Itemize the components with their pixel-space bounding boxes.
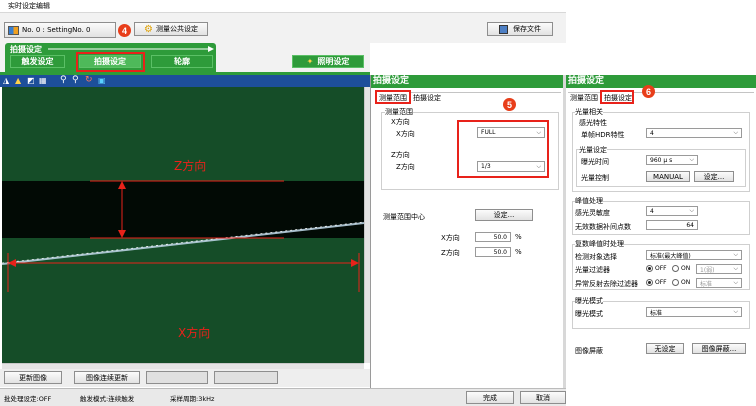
invalid-data-label: 无效数据补间点数	[575, 223, 631, 231]
image-viewer[interactable]: Z方向 X方向	[2, 87, 364, 363]
center-x-label: X方向	[441, 234, 460, 242]
image-mask-button[interactable]: 图像屏蔽...	[692, 343, 746, 354]
laser-profile-line	[2, 222, 364, 265]
exposure-group-label: 光量相关	[575, 107, 603, 117]
image-view-icon[interactable]: ▲	[15, 76, 21, 85]
disabled-button-2	[214, 371, 278, 384]
update-image-button[interactable]: 更新图像	[4, 371, 62, 384]
step-badge-6: 6	[642, 85, 655, 98]
center-x-unit: %	[515, 233, 522, 241]
exposure-time-label: 曝光时间	[581, 158, 609, 166]
exposure-mode-select[interactable]: 标准 ⌵	[646, 307, 742, 317]
viewer-overlay	[2, 180, 364, 292]
tab-capture-highlight	[76, 52, 145, 72]
x-direction-label: X方向	[396, 130, 415, 138]
step-badge-4: 4	[118, 24, 131, 37]
window-title: 实时设定编辑	[0, 0, 566, 13]
z-arrow-head-top	[118, 181, 126, 189]
zoom-in-icon[interactable]: ⚲	[60, 75, 67, 85]
batch-status: 批处理设定:OFF	[4, 395, 52, 403]
exposure-mode-group-label: 曝光模式	[575, 296, 603, 306]
gear-icon: ⚙	[144, 23, 153, 35]
sampling-status: 采样周期:3kHz	[170, 395, 215, 403]
tab-capture-setting-highlight	[600, 90, 634, 104]
exposure-time-select[interactable]: 960 μ s ⌵	[646, 155, 698, 165]
tab-group-label: 拍摄设定	[10, 45, 42, 54]
threshold-group-label: 峰值处理	[575, 196, 603, 206]
light-filter-select[interactable]: 1(弱) ⌵	[696, 264, 742, 274]
grayscale-icon[interactable]: ▦	[39, 76, 47, 85]
exposure-mode-label: 曝光模式	[575, 310, 603, 318]
center-z-input[interactable]: 50.0	[475, 247, 511, 257]
z-direction-label: Z方向	[174, 159, 207, 173]
save-file-button[interactable]: 保存文件	[487, 22, 553, 36]
peak-group-label: 复数峰值时处理	[575, 239, 624, 249]
trigger-mode-status: 触发模式:连续触发	[80, 395, 135, 403]
image-mask-status: 无设定	[646, 343, 684, 354]
light-control-mode[interactable]: MANUAL	[646, 171, 690, 182]
z-arrow-head-bottom	[118, 230, 126, 238]
center-z-label: Z方向	[441, 249, 460, 257]
reflection-filter-label: 异常反射去除过滤器	[575, 280, 638, 288]
range-center-set-button[interactable]: 设定...	[475, 209, 533, 221]
center-z-unit: %	[515, 248, 522, 256]
x-direction-label: X方向	[178, 326, 211, 340]
tab-lighting-settings[interactable]: ✦ 照明设定	[292, 55, 364, 68]
measure-common-settings-button[interactable]: ⚙ 测量公共设定	[134, 22, 208, 36]
setting-no-label: No. 0 : SettingNo. 0	[22, 26, 91, 34]
center-x-input[interactable]: 50.0	[475, 232, 511, 242]
setting-icon	[8, 25, 19, 35]
light-control-set-button[interactable]: 设定...	[694, 171, 734, 182]
sensitivity-group-label: 感光特性	[579, 119, 607, 127]
z-direction-label: Z方向	[396, 163, 415, 171]
peak-select-label: 检测对象选择	[575, 253, 617, 261]
range-selects-highlight	[457, 120, 549, 178]
save-icon	[499, 24, 508, 34]
setting-no-selector[interactable]: No. 0 : SettingNo. 0	[4, 22, 116, 38]
capture-settings-panel-range: 拍摄设定 测量范围 拍摄设定 5 测量范围 X方向 X方向 FULL ⌵ Z方向 …	[370, 75, 564, 388]
tab-measure-range-right[interactable]: 测量范围	[568, 92, 600, 104]
step-badge-5: 5	[503, 98, 516, 111]
light-filter-off-radio[interactable]: OFF	[646, 265, 667, 272]
disabled-button-1	[146, 371, 208, 384]
reflection-filter-on-radio[interactable]: ON	[672, 279, 690, 286]
continuous-update-button[interactable]: 图像连续更新	[74, 371, 140, 384]
panel-title: 拍摄设定	[371, 75, 564, 88]
x-arrow-head-left	[8, 259, 16, 267]
light-setting-group-label: 光量设定	[579, 145, 607, 155]
profile-view-icon[interactable]: ◮	[3, 76, 9, 85]
min-sensitivity-select[interactable]: 4 ⌵	[646, 206, 698, 216]
zoom-out-icon[interactable]: ⚲	[72, 75, 79, 85]
z-group-label: Z方向	[391, 151, 410, 159]
x-arrow-head-right	[351, 259, 359, 267]
invalid-data-input[interactable]: 64	[646, 220, 698, 230]
reflection-filter-select[interactable]: 标准 ⌵	[696, 278, 742, 288]
tab-measure-range-highlight	[375, 90, 411, 104]
fit-screen-icon[interactable]: ▣	[98, 76, 106, 85]
cancel-button[interactable]: 取消	[520, 391, 566, 404]
tab-profile[interactable]: 轮廓	[151, 55, 213, 68]
tab-trigger-settings[interactable]: 触发设定	[10, 55, 65, 68]
min-sensitivity-label: 感光灵敏度	[575, 209, 610, 217]
tab-capture-setting[interactable]: 拍摄设定	[411, 92, 443, 104]
x-group-label: X方向	[391, 118, 410, 126]
reflection-filter-off-radio[interactable]: OFF	[646, 279, 667, 286]
image-mask-label: 图像屏蔽	[575, 347, 603, 355]
measure-range-group-label: 测量范围	[385, 107, 413, 117]
panel-right-title: 拍摄设定	[566, 75, 756, 88]
light-icon: ✦	[306, 57, 314, 66]
dynamic-range-label: 单帧HDR特性	[581, 131, 625, 139]
overlay-view-icon[interactable]: ◩	[27, 76, 35, 85]
reset-view-icon[interactable]: ↻	[85, 75, 93, 85]
light-filter-label: 光量过滤器	[575, 266, 610, 274]
range-center-label: 测量范围中心	[383, 213, 425, 221]
done-button[interactable]: 完成	[466, 391, 514, 404]
light-control-label: 光量控制	[581, 174, 609, 182]
dynamic-range-select[interactable]: 4 ⌵	[646, 128, 742, 138]
capture-settings-panel: 拍摄设定 测量范围 拍摄设定 6 光量相关 感光特性 单帧HDR特性 4 ⌵ 光量…	[566, 75, 756, 406]
light-filter-on-radio[interactable]: ON	[672, 265, 690, 272]
viewer-toolbar: ◮ ▲ ◩ ▦ ⚲ ⚲ ↻ ▣	[0, 75, 370, 87]
peak-select-select[interactable]: 标准(最大峰值) ⌵	[646, 250, 742, 260]
